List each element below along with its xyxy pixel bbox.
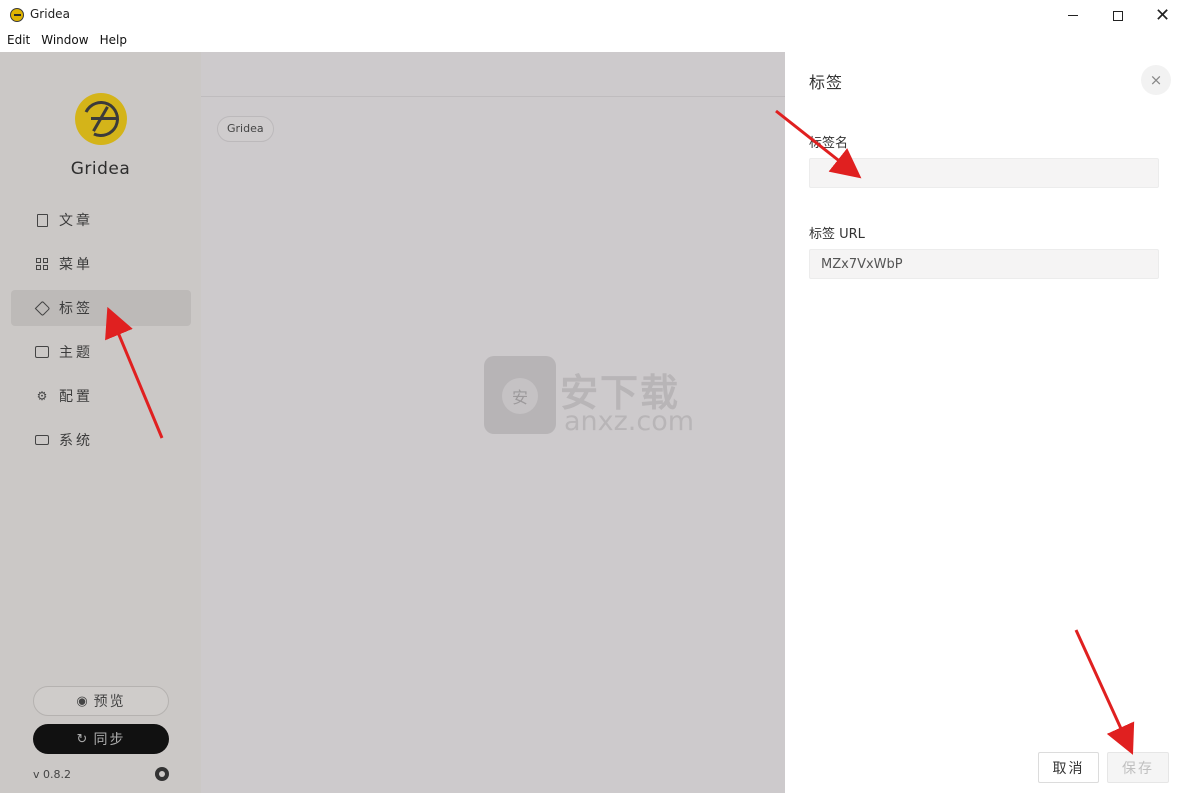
sidebar-item-theme[interactable]: 主题 [11, 334, 191, 370]
watermark-shield-icon: 安 [484, 356, 556, 434]
maximize-icon [1112, 10, 1123, 21]
header-divider [201, 96, 785, 97]
sidebar-item-label: 菜单 [59, 257, 93, 273]
preview-label: 预览 [93, 694, 126, 710]
tag-url-label: 标签 URL [809, 227, 865, 242]
window-title: Gridea [30, 7, 70, 21]
sidebar-item-label: 配置 [59, 389, 93, 405]
eye-icon: ◉ [76, 693, 88, 709]
brand-name: Gridea [70, 159, 131, 179]
sidebar-item-menu[interactable]: 菜单 [11, 246, 191, 282]
version-label: v 0.8.2 [33, 768, 71, 781]
sync-label: 同步 [93, 732, 126, 748]
tag-chip[interactable]: Gridea [217, 116, 274, 142]
close-icon: ✕ [1154, 5, 1171, 26]
sidebar-item-articles[interactable]: 文章 [11, 202, 191, 238]
window-close-button[interactable]: ✕ [1140, 0, 1185, 31]
menu-help[interactable]: Help [93, 31, 131, 52]
sidebar-item-label: 文章 [59, 213, 93, 229]
maximize-button[interactable] [1095, 0, 1140, 31]
sidebar-item-system[interactable]: 系统 [11, 422, 191, 458]
close-icon: × [1149, 71, 1163, 89]
tag-icon [34, 300, 50, 316]
watermark-subtext: anxz.com [564, 406, 695, 437]
menu-window[interactable]: Window [34, 31, 92, 52]
preview-button[interactable]: ◉ 预览 [33, 686, 169, 716]
monitor-icon [35, 433, 49, 447]
tag-name-label: 标签名 [809, 136, 849, 151]
sidebar-nav: 文章 菜单 标签 主题 ⚙ 配置 系统 [11, 202, 191, 466]
sidebar-item-label: 主题 [59, 345, 93, 361]
menu-bar: Edit Window Help [0, 31, 1186, 52]
minimize-icon [1067, 15, 1078, 16]
tag-editor-panel: 标签 × 标签名 标签 URL 取消 保存 [785, 52, 1186, 793]
sidebar-item-label: 标签 [59, 301, 93, 317]
menu-edit[interactable]: Edit [0, 31, 34, 52]
gridea-logo [75, 93, 127, 145]
tag-url-input[interactable] [809, 249, 1159, 279]
save-button[interactable]: 保存 [1107, 752, 1169, 783]
cancel-button[interactable]: 取消 [1038, 752, 1099, 783]
grid-icon [35, 257, 49, 271]
tag-name-input[interactable] [809, 158, 1159, 188]
github-icon[interactable] [155, 767, 169, 781]
sidebar: Gridea 文章 菜单 标签 主题 ⚙ 配置 系统 ◉ 预览 ↻ 同步 v 0… [0, 52, 201, 793]
sync-button[interactable]: ↻ 同步 [33, 724, 169, 754]
sync-icon: ↻ [76, 731, 88, 747]
sidebar-item-settings[interactable]: ⚙ 配置 [11, 378, 191, 414]
minimize-button[interactable] [1050, 0, 1095, 31]
watermark: 安 安下载 anxz.com [484, 356, 704, 446]
sidebar-item-label: 系统 [59, 433, 93, 449]
main-content-overlay[interactable]: Gridea 安 安下载 anxz.com [201, 52, 785, 793]
gridea-app-icon [10, 8, 24, 22]
watermark-shield-label: 安 [502, 378, 538, 414]
document-icon [35, 213, 49, 227]
panel-title: 标签 [809, 73, 844, 92]
image-icon [35, 345, 49, 359]
panel-close-button[interactable]: × [1141, 65, 1171, 95]
title-bar: Gridea ✕ [0, 0, 1186, 31]
sidebar-item-tags[interactable]: 标签 [11, 290, 191, 326]
gear-icon: ⚙ [36, 389, 48, 403]
